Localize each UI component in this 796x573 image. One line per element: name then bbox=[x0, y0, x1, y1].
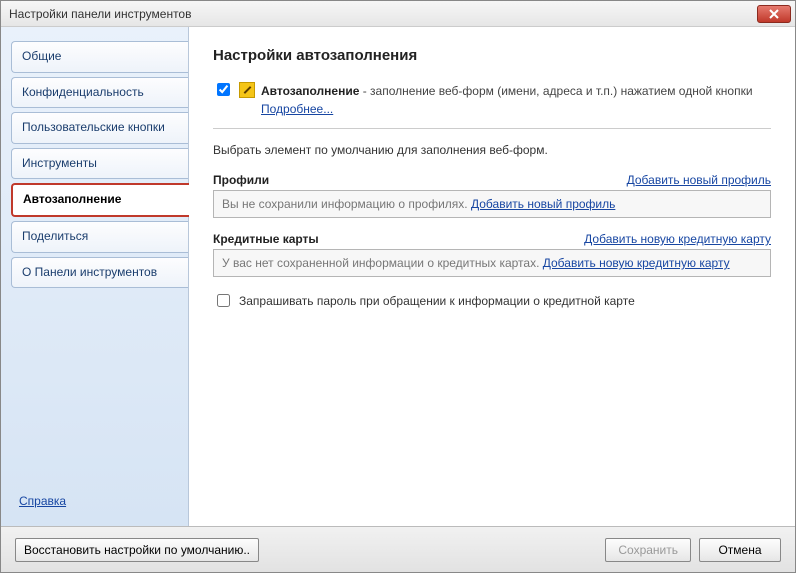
password-prompt-checkbox[interactable] bbox=[217, 294, 230, 307]
cards-empty-add-link[interactable]: Добавить новую кредитную карту bbox=[543, 256, 730, 270]
cancel-button[interactable]: Отмена bbox=[699, 538, 781, 562]
learn-more-link[interactable]: Подробнее... bbox=[261, 102, 333, 116]
tab-custom-buttons[interactable]: Пользовательские кнопки bbox=[11, 112, 188, 144]
profiles-empty-text: Вы не сохранили информацию о профилях. bbox=[222, 197, 471, 211]
profiles-box: Вы не сохранили информацию о профилях. Д… bbox=[213, 190, 771, 218]
window-title: Настройки панели инструментов bbox=[9, 7, 757, 21]
autofill-checkbox[interactable] bbox=[217, 83, 230, 96]
autofill-description: Автозаполнение - заполнение веб-форм (им… bbox=[261, 82, 771, 118]
close-button[interactable] bbox=[757, 5, 791, 23]
content-pane: Настройки автозаполнения Автозаполнение … bbox=[189, 27, 795, 526]
sidebar: Общие Конфиденциальность Пользовательски… bbox=[1, 27, 189, 526]
titlebar: Настройки панели инструментов bbox=[1, 1, 795, 27]
tab-share[interactable]: Поделиться bbox=[11, 221, 188, 253]
add-card-link[interactable]: Добавить новую кредитную карту bbox=[584, 232, 771, 246]
profiles-header: Профили Добавить новый профиль bbox=[213, 173, 771, 187]
cards-title: Кредитные карты bbox=[213, 232, 319, 246]
autofill-desc-text: - заполнение веб-форм (имени, адреса и т… bbox=[359, 84, 752, 98]
help-link[interactable]: Справка bbox=[19, 494, 188, 508]
nav-tabs: Общие Конфиденциальность Пользовательски… bbox=[11, 41, 188, 494]
pencil-icon bbox=[239, 82, 255, 98]
tab-general[interactable]: Общие bbox=[11, 41, 188, 73]
divider bbox=[213, 128, 771, 129]
autofill-name: Автозаполнение bbox=[261, 84, 359, 98]
tab-tools[interactable]: Инструменты bbox=[11, 148, 188, 180]
tab-privacy[interactable]: Конфиденциальность bbox=[11, 77, 188, 109]
settings-window: Настройки панели инструментов Общие Конф… bbox=[0, 0, 796, 573]
body: Общие Конфиденциальность Пользовательски… bbox=[1, 27, 795, 526]
cards-box: У вас нет сохраненной информации о креди… bbox=[213, 249, 771, 277]
save-button[interactable]: Сохранить bbox=[605, 538, 691, 562]
cards-header: Кредитные карты Добавить новую кредитную… bbox=[213, 232, 771, 246]
tab-about[interactable]: О Панели инструментов bbox=[11, 257, 188, 289]
tab-autofill[interactable]: Автозаполнение bbox=[11, 183, 189, 217]
password-prompt-row: Запрашивать пароль при обращении к инфор… bbox=[213, 291, 771, 310]
footer: Восстановить настройки по умолчанию.. Со… bbox=[1, 526, 795, 572]
profiles-title: Профили bbox=[213, 173, 269, 187]
profiles-empty-add-link[interactable]: Добавить новый профиль bbox=[471, 197, 615, 211]
password-prompt-label: Запрашивать пароль при обращении к инфор… bbox=[239, 294, 635, 308]
close-icon bbox=[769, 9, 779, 19]
page-title: Настройки автозаполнения bbox=[213, 47, 771, 64]
cards-empty-text: У вас нет сохраненной информации о креди… bbox=[222, 256, 543, 270]
add-profile-link[interactable]: Добавить новый профиль bbox=[627, 173, 771, 187]
autofill-toggle-row: Автозаполнение - заполнение веб-форм (им… bbox=[213, 82, 771, 118]
select-default-text: Выбрать элемент по умолчанию для заполне… bbox=[213, 143, 771, 157]
restore-defaults-button[interactable]: Восстановить настройки по умолчанию.. bbox=[15, 538, 259, 562]
